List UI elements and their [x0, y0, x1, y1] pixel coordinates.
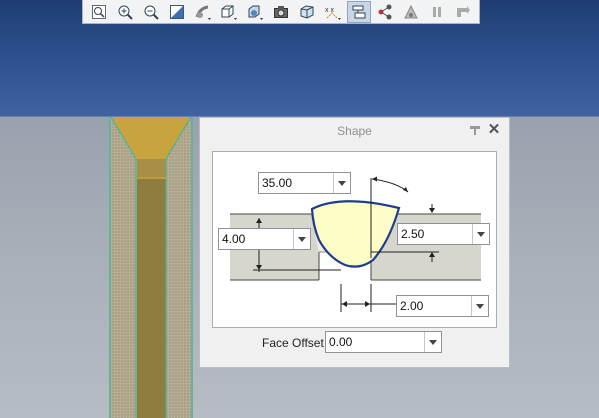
orient-icon[interactable]: [191, 1, 215, 23]
root-face-value: 2.50: [401, 227, 425, 241]
root-face-combo[interactable]: 2.50: [397, 223, 490, 245]
groove-angle-value: 35.00: [262, 176, 293, 190]
depth-combo[interactable]: 4.00: [218, 228, 311, 250]
annotation-display-icon[interactable]: [347, 0, 371, 23]
svg-text:x x: x x: [325, 7, 334, 14]
shape-dialog: Shape ✕ 35.00 4.00 2.50 2.00 Face Offset…: [199, 117, 510, 368]
weld-part-model: [109, 117, 193, 418]
root-gap-value: 2.00: [400, 299, 424, 313]
face-offset-value: 0.00: [329, 335, 353, 349]
exit-icon[interactable]: [451, 1, 475, 23]
root-gap-combo[interactable]: 2.00: [396, 295, 489, 317]
zoom-in-icon[interactable]: [113, 1, 137, 23]
face-offset-combo[interactable]: 0.00: [325, 331, 442, 353]
pause-icon[interactable]: [425, 1, 449, 23]
face-offset-label: Face Offset: [262, 336, 324, 350]
graphics-toolbar: x x: [82, 0, 480, 24]
datum-display-icon[interactable]: x x: [321, 1, 345, 23]
chevron-down-icon[interactable]: [293, 229, 310, 249]
groove-angle-combo[interactable]: 35.00: [258, 172, 351, 194]
chevron-down-icon[interactable]: [424, 332, 441, 352]
connect-icon[interactable]: [373, 1, 397, 23]
dialog-title: Shape: [337, 124, 372, 138]
depth-value: 4.00: [222, 232, 246, 246]
zoom-out-icon[interactable]: [139, 1, 163, 23]
chevron-down-icon[interactable]: [472, 224, 489, 244]
saved-views-icon[interactable]: [217, 1, 241, 23]
close-icon[interactable]: ✕: [487, 122, 501, 138]
pin-icon[interactable]: [469, 124, 481, 136]
chevron-down-icon[interactable]: [471, 296, 488, 316]
zoom-fit-icon[interactable]: [87, 1, 111, 23]
camera-icon[interactable]: [269, 1, 293, 23]
spin-center-icon[interactable]: [399, 1, 423, 23]
perspective-icon[interactable]: [295, 1, 319, 23]
display-style-icon[interactable]: [165, 1, 189, 23]
chevron-down-icon[interactable]: [333, 173, 350, 193]
appearance-icon[interactable]: [243, 1, 267, 23]
